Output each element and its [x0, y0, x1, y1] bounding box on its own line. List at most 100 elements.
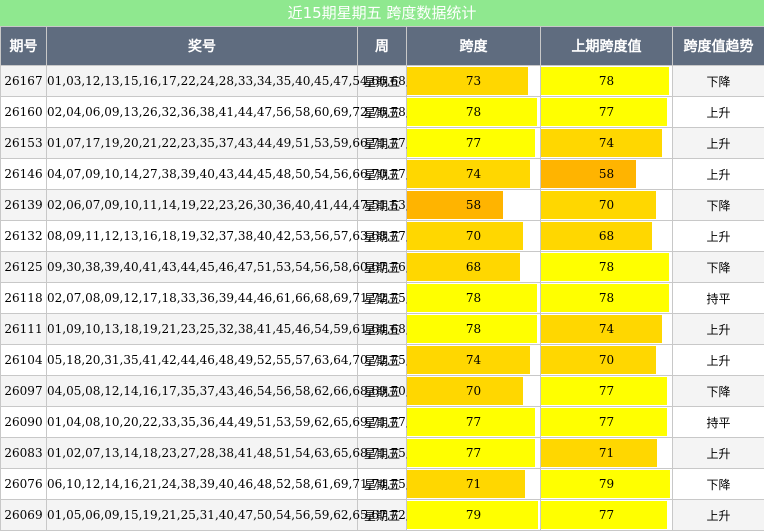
- issue-cell: 26090: [1, 407, 47, 438]
- week-cell: 星期五: [358, 438, 407, 469]
- prev-span-value: 78: [541, 252, 672, 282]
- span-value: 78: [407, 283, 540, 313]
- issue-cell: 26125: [1, 252, 47, 283]
- span-cell: 70: [407, 221, 541, 252]
- span-cell: 77: [407, 438, 541, 469]
- numbers-cell: 01,07,17,19,20,21,22,23,35,37,43,44,49,5…: [47, 128, 358, 159]
- prev-span-value: 58: [541, 159, 672, 189]
- table-row: 2607606,10,12,14,16,21,24,38,39,40,46,48…: [1, 469, 764, 500]
- issue-cell: 26167: [1, 66, 47, 97]
- header-trend: 跨度值趋势: [673, 27, 764, 66]
- numbers-cell: 01,05,06,09,15,19,21,25,31,40,47,50,54,5…: [47, 500, 358, 531]
- prev-span-value: 77: [541, 500, 672, 530]
- span-cell: 78: [407, 314, 541, 345]
- numbers-cell: 02,04,06,09,13,26,32,36,38,41,44,47,56,5…: [47, 97, 358, 128]
- header-issue: 期号: [1, 27, 47, 66]
- span-value: 77: [407, 438, 540, 468]
- week-cell: 星期五: [358, 407, 407, 438]
- prev-span-cell: 70: [541, 190, 673, 221]
- numbers-cell: 01,03,12,13,15,16,17,22,24,28,33,34,35,4…: [47, 66, 358, 97]
- span-cell: 73: [407, 66, 541, 97]
- trend-cell: 上升: [673, 500, 764, 531]
- prev-span-value: 70: [541, 190, 672, 220]
- span-cell: 78: [407, 283, 541, 314]
- span-value: 79: [407, 500, 540, 530]
- prev-span-cell: 77: [541, 97, 673, 128]
- span-value: 58: [407, 190, 540, 220]
- numbers-cell: 06,10,12,14,16,21,24,38,39,40,46,48,52,5…: [47, 469, 358, 500]
- numbers-cell: 08,09,11,12,13,16,18,19,32,37,38,40,42,5…: [47, 221, 358, 252]
- table-row: 2611802,07,08,09,12,17,18,33,36,39,44,46…: [1, 283, 764, 314]
- table-header-row: 期号 奖号 周 跨度 上期跨度值 跨度值趋势: [1, 27, 764, 66]
- table-row: 2614604,07,09,10,14,27,38,39,40,43,44,45…: [1, 159, 764, 190]
- trend-cell: 上升: [673, 314, 764, 345]
- trend-cell: 下降: [673, 190, 764, 221]
- week-cell: 星期五: [358, 252, 407, 283]
- issue-cell: 26160: [1, 97, 47, 128]
- prev-span-cell: 78: [541, 283, 673, 314]
- week-cell: 星期五: [358, 66, 407, 97]
- trend-cell: 上升: [673, 438, 764, 469]
- numbers-cell: 02,06,07,09,10,11,14,19,22,23,26,30,36,4…: [47, 190, 358, 221]
- table-row: 2609704,05,08,12,14,16,17,35,37,43,46,54…: [1, 376, 764, 407]
- span-value: 73: [407, 66, 540, 96]
- span-cell: 74: [407, 159, 541, 190]
- prev-span-value: 71: [541, 438, 672, 468]
- span-cell: 74: [407, 345, 541, 376]
- numbers-cell: 02,07,08,09,12,17,18,33,36,39,44,46,61,6…: [47, 283, 358, 314]
- numbers-cell: 09,30,38,39,40,41,43,44,45,46,47,51,53,5…: [47, 252, 358, 283]
- span-cell: 68: [407, 252, 541, 283]
- issue-cell: 26139: [1, 190, 47, 221]
- prev-span-value: 74: [541, 128, 672, 158]
- table-row: 2613208,09,11,12,13,16,18,19,32,37,38,40…: [1, 221, 764, 252]
- span-value: 77: [407, 407, 540, 437]
- table-row: 2611101,09,10,13,18,19,21,23,25,32,38,41…: [1, 314, 764, 345]
- table-row: 2606901,05,06,09,15,19,21,25,31,40,47,50…: [1, 500, 764, 531]
- span-cell: 79: [407, 500, 541, 531]
- prev-span-cell: 74: [541, 314, 673, 345]
- issue-cell: 26153: [1, 128, 47, 159]
- table-row: 2616002,04,06,09,13,26,32,36,38,41,44,47…: [1, 97, 764, 128]
- prev-span-cell: 74: [541, 128, 673, 159]
- prev-span-value: 70: [541, 345, 672, 375]
- week-cell: 星期五: [358, 97, 407, 128]
- trend-cell: 上升: [673, 221, 764, 252]
- span-cell: 71: [407, 469, 541, 500]
- span-value: 74: [407, 345, 540, 375]
- week-cell: 星期五: [358, 345, 407, 376]
- span-cell: 70: [407, 376, 541, 407]
- prev-span-value: 78: [541, 283, 672, 313]
- trend-cell: 上升: [673, 159, 764, 190]
- prev-span-value: 68: [541, 221, 672, 251]
- prev-span-cell: 77: [541, 376, 673, 407]
- table-row: 2610405,18,20,31,35,41,42,44,46,48,49,52…: [1, 345, 764, 376]
- issue-cell: 26069: [1, 500, 47, 531]
- header-week: 周: [358, 27, 407, 66]
- table-row: 2609001,04,08,10,20,22,33,35,36,44,49,51…: [1, 407, 764, 438]
- span-value: 70: [407, 221, 540, 251]
- table-row: 2615301,07,17,19,20,21,22,23,35,37,43,44…: [1, 128, 764, 159]
- prev-span-cell: 58: [541, 159, 673, 190]
- prev-span-cell: 71: [541, 438, 673, 469]
- issue-cell: 26132: [1, 221, 47, 252]
- page-title: 近15期星期五 跨度数据统计: [0, 0, 764, 26]
- span-value: 78: [407, 97, 540, 127]
- prev-span-cell: 77: [541, 407, 673, 438]
- week-cell: 星期五: [358, 221, 407, 252]
- trend-cell: 下降: [673, 66, 764, 97]
- header-span: 跨度: [407, 27, 541, 66]
- table-row: 2616701,03,12,13,15,16,17,22,24,28,33,34…: [1, 66, 764, 97]
- week-cell: 星期五: [358, 469, 407, 500]
- span-cell: 78: [407, 97, 541, 128]
- issue-cell: 26118: [1, 283, 47, 314]
- prev-span-cell: 68: [541, 221, 673, 252]
- span-stats-table: 期号 奖号 周 跨度 上期跨度值 跨度值趋势 2616701,03,12,13,…: [0, 26, 764, 531]
- table-row: 2608301,02,07,13,14,18,23,27,28,38,41,48…: [1, 438, 764, 469]
- trend-cell: 下降: [673, 469, 764, 500]
- table-row: 2613902,06,07,09,10,11,14,19,22,23,26,30…: [1, 190, 764, 221]
- span-value: 71: [407, 469, 540, 499]
- span-cell: 58: [407, 190, 541, 221]
- week-cell: 星期五: [358, 159, 407, 190]
- prev-span-cell: 78: [541, 252, 673, 283]
- numbers-cell: 01,04,08,10,20,22,33,35,36,44,49,51,53,5…: [47, 407, 358, 438]
